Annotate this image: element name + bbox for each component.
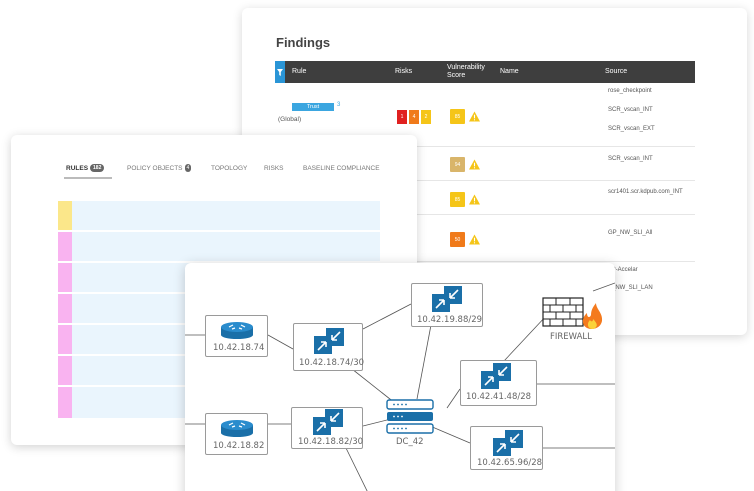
vulnerability-score: 85	[450, 109, 465, 124]
warning-icon	[469, 111, 480, 122]
network-node[interactable]: 10.42.65.96/28	[470, 426, 543, 470]
findings-table-header: Rule Risks Vulnerability Score Name Sour…	[275, 61, 695, 83]
risk-medium: 2	[421, 110, 431, 124]
rule-scope: (Global)	[278, 116, 302, 123]
column-header-source[interactable]: Source	[605, 61, 627, 83]
row-color-stripe	[58, 387, 72, 418]
network-node[interactable]: 10.42.19.88/29	[411, 283, 483, 327]
column-header-vulnerability-score[interactable]: Vulnerability Score	[447, 61, 489, 83]
firewall-icon	[542, 297, 603, 329]
network-node[interactable]: 10.42.41.48/28	[460, 360, 537, 406]
topology-panel: 10.42.18.74 10.42.18.82 10.42.18.74/30 1…	[185, 263, 615, 491]
count-badge: 4	[184, 164, 192, 172]
rule-row[interactable]	[58, 201, 380, 231]
network-label: 10.42.18.74/30	[299, 358, 365, 368]
tab-label: RISKS	[264, 164, 284, 172]
count-badge: 182	[90, 164, 105, 172]
router-label: 10.42.18.82	[213, 441, 265, 451]
screen: Findings Rule Risks Vulnerability Score …	[0, 0, 754, 491]
row-color-stripe	[58, 325, 72, 354]
source-entry: SCR_vscan_INT	[608, 156, 653, 162]
tab-label: TOPOLOGY	[211, 164, 248, 172]
network-switch-icon	[481, 363, 511, 389]
warning-icon	[469, 159, 480, 170]
row-color-stripe	[58, 356, 72, 385]
network-node[interactable]: 10.42.18.82/30	[291, 407, 363, 449]
row-color-stripe	[58, 263, 72, 292]
router-node[interactable]: 10.42.18.82	[205, 413, 268, 455]
vulnerability-score: 94	[450, 157, 465, 172]
tab-label: BASELINE COMPLIANCE	[303, 164, 380, 172]
source-entry: SCR_vscan_INT	[608, 107, 653, 113]
risk-high: 4	[409, 110, 419, 124]
network-label: 10.42.19.88/29	[417, 315, 483, 325]
warning-icon	[469, 194, 480, 205]
findings-title: Findings	[276, 35, 331, 50]
network-node[interactable]: 10.42.18.74/30	[293, 323, 365, 371]
server-label: DC_42	[396, 437, 424, 447]
firewall-label: FIREWALL	[550, 332, 592, 342]
network-label: 10.42.65.96/28	[477, 458, 543, 468]
row-color-stripe	[58, 201, 72, 230]
tab-label: POLICY OBJECTS	[127, 164, 183, 172]
vulnerability-score: 50	[450, 232, 465, 247]
row-color-stripe	[58, 232, 72, 261]
rule-row[interactable]	[58, 232, 380, 262]
source-entry: rose_checkpoint	[608, 88, 652, 94]
active-tab-indicator	[64, 177, 112, 179]
network-switch-icon	[314, 328, 344, 354]
column-header-risks[interactable]: Risks	[395, 61, 412, 83]
tab-topology[interactable]: TOPOLOGY	[211, 159, 247, 177]
tab-label: RULES	[66, 164, 89, 172]
source-entry: SCR_vscan_EXT	[608, 126, 655, 132]
source-entry: scr1401.scr.kdpub.com_INT	[608, 189, 683, 195]
router-icon	[221, 322, 253, 339]
column-header-name[interactable]: Name	[500, 61, 519, 83]
column-header-rule[interactable]: Rule	[292, 61, 306, 83]
router-label: 10.42.18.74	[213, 343, 265, 353]
row-color-stripe	[58, 294, 72, 323]
tab-baseline-compliance[interactable]: BASELINE COMPLIANCE	[303, 159, 380, 177]
tab-rules[interactable]: RULES 182	[64, 159, 112, 179]
network-label: 10.42.41.48/28	[466, 392, 532, 402]
rule-count[interactable]: 3	[337, 102, 340, 108]
network-switch-icon	[432, 286, 462, 312]
tab-policy-objects[interactable]: POLICY OBJECTS 4	[127, 159, 192, 177]
vulnerability-score: 85	[450, 192, 465, 207]
risk-critical: 1	[397, 110, 407, 124]
network-switch-icon	[493, 430, 523, 456]
router-node[interactable]: 10.42.18.74	[205, 315, 268, 357]
rule-badge[interactable]: Trust	[292, 103, 334, 111]
filter-icon[interactable]	[275, 61, 285, 83]
network-label: 10.42.18.82/30	[298, 437, 364, 447]
router-icon	[221, 420, 253, 437]
server-icon	[386, 399, 434, 434]
firewall-node[interactable]: FIREWALL	[537, 293, 607, 345]
source-entry: GP_NW_SLI_All	[608, 230, 653, 236]
network-switch-icon	[313, 409, 343, 435]
server-node[interactable]: DC_42	[385, 399, 435, 447]
policy-tabs: RULES 182 POLICY OBJECTS 4 TOPOLOGY RISK…	[64, 159, 386, 179]
warning-icon	[469, 234, 480, 245]
tab-risks[interactable]: RISKS	[264, 159, 284, 177]
